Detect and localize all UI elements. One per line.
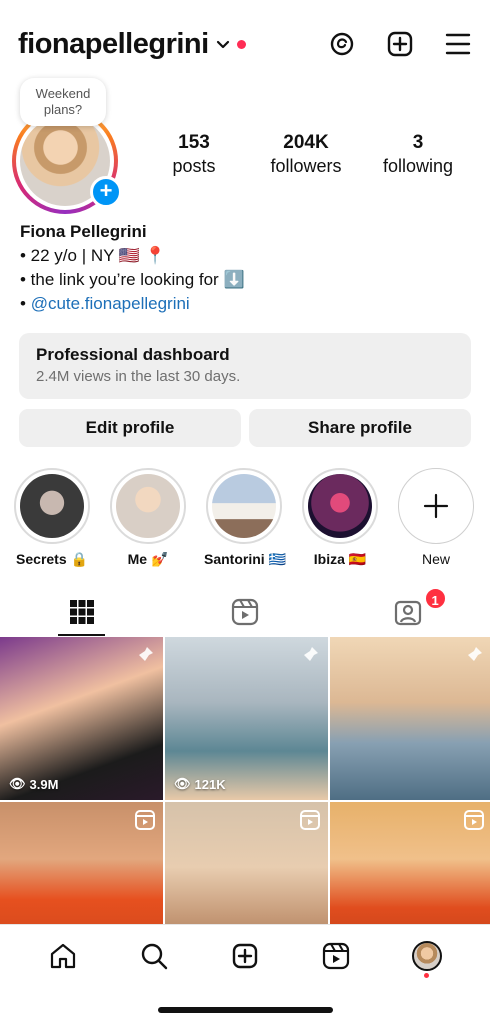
highlight-label: Secrets 🔒: [16, 551, 88, 567]
bio-line: • the link you’re looking for ⬇️: [20, 270, 245, 289]
menu-icon[interactable]: [444, 30, 472, 58]
create-post-icon[interactable]: [386, 30, 414, 58]
nav-create[interactable]: [223, 934, 267, 978]
bio-line: • 22 y/o | NY 🇺🇸 📍: [20, 246, 166, 265]
eye-icon: 👁: [174, 776, 191, 791]
bio-bullet: •: [20, 294, 31, 313]
reel-icon: [464, 810, 484, 830]
reels-icon: [231, 598, 259, 626]
chevron-down-icon[interactable]: [215, 36, 231, 52]
posts-stat[interactable]: 153 posts: [139, 132, 249, 177]
profile-bio: Fiona Pellegrini • 22 y/o | NY 🇺🇸 📍 • th…: [20, 220, 470, 316]
tab-tagged[interactable]: 1: [327, 587, 490, 636]
edit-profile-button[interactable]: Edit profile: [19, 409, 241, 447]
grid-icon: [69, 600, 94, 624]
bottom-navigation: [0, 924, 490, 986]
highlight-cover: [116, 474, 180, 538]
reel-icon: [300, 810, 320, 830]
home-indicator: [158, 1007, 333, 1013]
story-highlights: Secrets 🔒 Me 💅 Santorini 🇬🇷 Ibiza 🇪🇸 New: [12, 468, 490, 568]
highlight-cover: [20, 474, 84, 538]
plus-square-icon: [232, 943, 258, 968]
followers-count: 204K: [283, 132, 329, 153]
pin-icon: [139, 647, 153, 661]
highlight-secrets[interactable]: Secrets 🔒: [12, 468, 92, 568]
tagged-icon: [395, 600, 422, 626]
dashboard-subtitle: 2.4M views in the last 30 days.: [36, 368, 241, 385]
grid-post[interactable]: 👁 121K: [165, 637, 328, 800]
highlight-label: Me 💅: [127, 551, 169, 567]
grid-post[interactable]: [330, 637, 490, 800]
notification-dot: [423, 972, 429, 978]
tagged-badge: 1: [423, 587, 447, 610]
share-profile-button[interactable]: Share profile: [249, 409, 471, 447]
tab-reels[interactable]: [163, 588, 326, 636]
add-story-button[interactable]: +: [90, 176, 122, 208]
highlight-me[interactable]: Me 💅: [108, 468, 188, 568]
note-bubble[interactable]: Weekend plans?: [20, 78, 106, 126]
highlight-label: Ibiza 🇪🇸: [313, 551, 367, 567]
posts-grid: 👁 3.9M 👁 121K: [0, 637, 490, 965]
highlight-cover: [212, 474, 276, 538]
followers-label: followers: [270, 156, 342, 176]
following-stat[interactable]: 3 following: [363, 132, 473, 177]
reel-icon: [135, 810, 155, 830]
profile-stats: 153 posts 204K followers 3 following: [138, 132, 474, 177]
bio-link[interactable]: @cute.fionapellegrini: [31, 294, 190, 313]
profile-tabs: 1: [0, 587, 490, 636]
eye-icon: 👁: [9, 776, 26, 791]
followers-stat[interactable]: 204K followers: [251, 132, 361, 177]
following-label: following: [382, 156, 454, 176]
nav-search[interactable]: [132, 934, 176, 978]
highlight-label: New: [421, 551, 450, 567]
highlight-label: Santorini 🇬🇷: [204, 551, 286, 567]
view-count: 👁 3.9M: [9, 776, 59, 792]
search-icon: [141, 943, 168, 969]
professional-dashboard[interactable]: Professional dashboard 2.4M views in the…: [19, 333, 471, 399]
grid-post[interactable]: 👁 3.9M: [0, 637, 163, 800]
bio-link-line: • @cute.fionapellegrini: [20, 292, 470, 316]
nav-reels[interactable]: [314, 934, 358, 978]
reels-icon: [322, 942, 349, 969]
posts-label: posts: [172, 156, 216, 176]
posts-count: 153: [178, 132, 210, 153]
pin-icon: [304, 647, 318, 661]
tab-posts[interactable]: [0, 588, 163, 636]
threads-icon[interactable]: [328, 30, 356, 58]
notification-dot: [236, 39, 246, 49]
dashboard-title: Professional dashboard: [36, 345, 230, 364]
highlight-cover: [308, 474, 372, 538]
following-count: 3: [412, 132, 424, 153]
top-bar: fionapellegrini: [18, 24, 472, 64]
pin-icon: [468, 647, 482, 661]
header-actions: [328, 30, 472, 58]
nav-home[interactable]: [41, 934, 85, 978]
home-icon: [51, 943, 76, 968]
username-title[interactable]: fionapellegrini: [18, 28, 209, 61]
highlight-ibiza[interactable]: Ibiza 🇪🇸: [300, 468, 380, 568]
display-name: Fiona Pellegrini: [20, 222, 147, 241]
view-count: 👁 121K: [174, 776, 226, 792]
new-highlight-button[interactable]: New: [396, 468, 476, 568]
highlight-santorini[interactable]: Santorini 🇬🇷: [204, 468, 286, 568]
profile-actions: Edit profile Share profile: [19, 409, 471, 447]
avatar: [411, 940, 442, 971]
plus-icon: [398, 468, 474, 544]
nav-profile[interactable]: [405, 934, 449, 978]
